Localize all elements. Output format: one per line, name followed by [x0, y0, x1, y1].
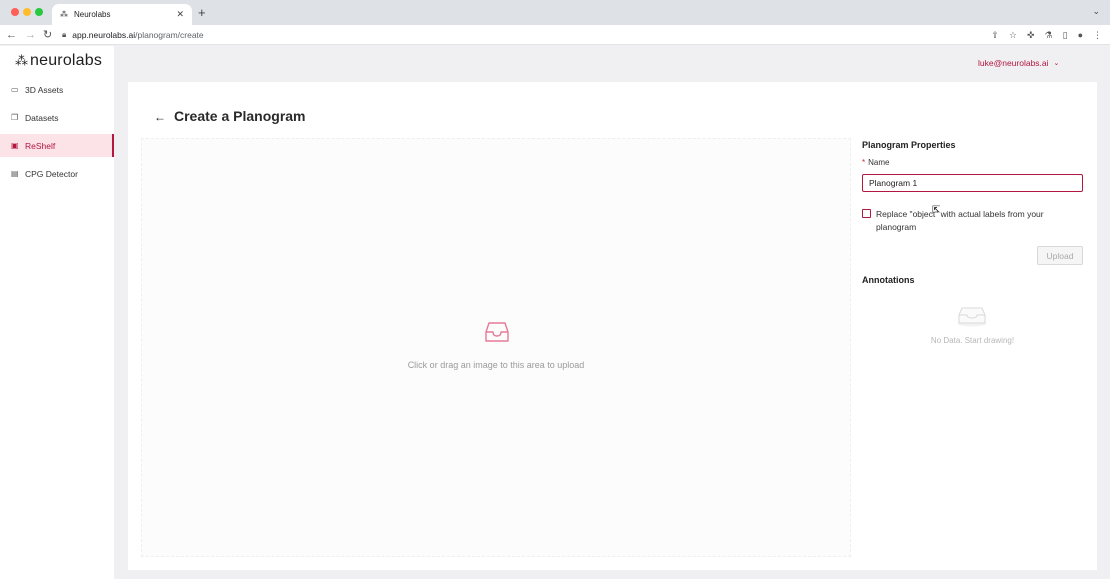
close-window-button[interactable]: [11, 8, 19, 16]
sidebar-item-label: Datasets: [25, 112, 59, 123]
lock-icon: 🔒︎: [62, 30, 67, 39]
sidebar-item-3d-assets[interactable]: ▭ 3D Assets: [0, 78, 114, 101]
bookmark-star-icon[interactable]: ☆: [1009, 28, 1017, 42]
browser-tab[interactable]: ⁂ Neurolabs ✕: [52, 4, 192, 25]
video-icon: ▣: [11, 141, 19, 150]
planogram-name-input[interactable]: [862, 174, 1083, 192]
sidebar: ⁂ neurolabs ▭ 3D Assets ❐ Datasets ▣ ReS…: [0, 46, 114, 579]
tab-search-chevron-icon[interactable]: ⌄: [1092, 6, 1100, 17]
chevron-down-icon: ⌄: [1053, 60, 1060, 67]
neurolabs-logo-icon: ⁂: [15, 53, 28, 68]
user-email: luke@neurolabs.ai: [978, 58, 1049, 68]
page-title: Create a Planogram: [174, 108, 306, 124]
profile-avatar-icon[interactable]: ●: [1078, 28, 1083, 42]
url-field[interactable]: 🔒︎ app.neurolabs.ai/planogram/create: [62, 27, 1062, 43]
dropzone-text: Click or drag an image to this area to u…: [407, 360, 585, 370]
minimize-window-button[interactable]: [23, 8, 31, 16]
replace-labels-label[interactable]: Replace "object" with actual labels from…: [876, 208, 1056, 234]
extension-flask-icon[interactable]: ⚗: [1045, 28, 1053, 42]
sidebar-item-label: 3D Assets: [25, 84, 64, 95]
sidebar-item-cpg-detector[interactable]: ▤ CPG Detector: [0, 162, 114, 185]
back-nav-icon[interactable]: ←: [6, 28, 17, 42]
sidebar-item-label: ReShelf: [25, 140, 56, 151]
sidebar-item-datasets[interactable]: ❐ Datasets: [0, 106, 114, 129]
browser-tab-bar: ⁂ Neurolabs ✕ + ⌄: [0, 0, 1110, 25]
maximize-window-button[interactable]: [35, 8, 43, 16]
tab-title: Neurolabs: [74, 10, 111, 19]
share-icon[interactable]: ⇪: [991, 28, 999, 42]
replace-labels-checkbox[interactable]: [862, 209, 871, 218]
back-arrow-icon[interactable]: ←: [154, 110, 166, 124]
user-menu[interactable]: luke@neurolabs.ai ⌄: [978, 58, 1059, 68]
sidebar-item-label: CPG Detector: [25, 168, 78, 179]
table-icon: ▤: [11, 169, 19, 178]
neurolabs-favicon-icon: ⁂: [60, 9, 68, 19]
name-label-text: Name: [868, 158, 890, 167]
browser-menu-icon[interactable]: ⋮: [1093, 28, 1102, 42]
url-host: app.neurolabs.ai: [72, 30, 136, 40]
logo-text: neurolabs: [30, 52, 103, 69]
reload-icon[interactable]: ↻: [43, 28, 52, 42]
forward-nav-icon[interactable]: →: [25, 28, 36, 42]
close-tab-icon[interactable]: ✕: [176, 9, 184, 20]
neurolabs-logo[interactable]: ⁂ neurolabs: [15, 52, 102, 70]
image-upload-dropzone[interactable]: Click or drag an image to this area to u…: [141, 138, 851, 557]
url-path: /planogram/create: [135, 30, 204, 40]
sidebar-nav: ▭ 3D Assets ❐ Datasets ▣ ReShelf ▤ CPG D…: [0, 78, 114, 190]
sidebar-item-reshelf[interactable]: ▣ ReShelf: [0, 134, 114, 157]
folder-icon: ▭: [11, 85, 19, 94]
copy-icon: ❐: [11, 113, 19, 122]
upload-button[interactable]: Upload: [1037, 246, 1083, 265]
mouse-cursor-icon: ⇱: [932, 205, 941, 216]
empty-inbox-icon: [958, 307, 986, 327]
new-tab-button[interactable]: +: [198, 6, 206, 19]
extension-puzzle-icon[interactable]: ✜: [1027, 28, 1035, 42]
properties-title: Planogram Properties: [862, 140, 956, 150]
empty-state-text: No Data. Start drawing!: [930, 336, 1015, 345]
address-bar: ← → ↻ 🔒︎ app.neurolabs.ai/planogram/crea…: [0, 25, 1110, 45]
name-label: * Name: [862, 158, 889, 167]
required-mark: *: [862, 158, 866, 167]
annotations-title: Annotations: [862, 275, 915, 285]
inbox-icon: [485, 322, 509, 342]
side-panel-icon[interactable]: ▯: [1063, 28, 1068, 42]
